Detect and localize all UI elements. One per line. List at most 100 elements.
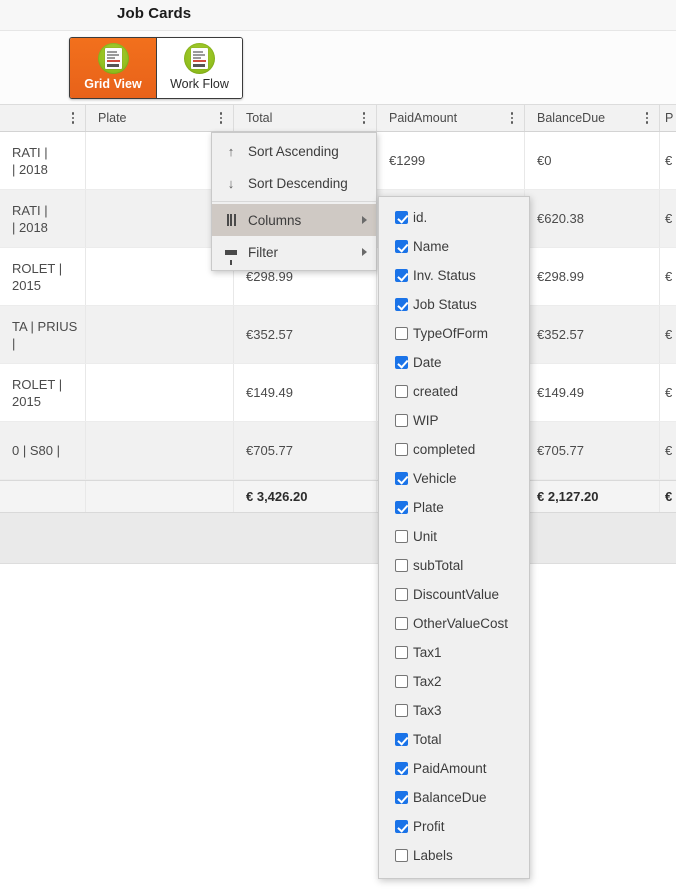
checkbox-unchecked-icon[interactable] bbox=[395, 675, 408, 688]
column-toggle-created[interactable]: created bbox=[379, 377, 529, 406]
checkbox-unchecked-icon[interactable] bbox=[395, 704, 408, 717]
checkbox-checked-icon[interactable] bbox=[395, 269, 408, 282]
column-header-plate[interactable]: Plate bbox=[86, 105, 234, 131]
column-toggle-id[interactable]: id. bbox=[379, 203, 529, 232]
column-header-label: PaidAmount bbox=[389, 111, 457, 125]
cell-vehicle: TA | PRIUS | bbox=[0, 306, 86, 363]
column-toggle-paidamount[interactable]: PaidAmount bbox=[379, 754, 529, 783]
checkbox-unchecked-icon[interactable] bbox=[395, 385, 408, 398]
checkbox-checked-icon[interactable] bbox=[395, 356, 408, 369]
checkbox-unchecked-icon[interactable] bbox=[395, 559, 408, 572]
column-toggle-tax3[interactable]: Tax3 bbox=[379, 696, 529, 725]
column-menu-icon[interactable] bbox=[642, 111, 652, 125]
column-toggle-unit[interactable]: Unit bbox=[379, 522, 529, 551]
column-toggle-vehicle[interactable]: Vehicle bbox=[379, 464, 529, 493]
cell-balancedue: €149.49 bbox=[525, 364, 660, 421]
column-toggle-label: Plate bbox=[413, 500, 444, 515]
column-header-paidamount[interactable]: PaidAmount bbox=[377, 105, 525, 131]
checkbox-checked-icon[interactable] bbox=[395, 240, 408, 253]
column-toggle-job-status[interactable]: Job Status bbox=[379, 290, 529, 319]
checkbox-checked-icon[interactable] bbox=[395, 211, 408, 224]
job-cards-screen: Job Cards Grid ViewWork Flow PlateTotalP… bbox=[0, 0, 676, 893]
column-menu-icon[interactable] bbox=[359, 111, 369, 125]
checkbox-unchecked-icon[interactable] bbox=[395, 327, 408, 340]
cell-balancedue: €0 bbox=[525, 132, 660, 189]
column-toggle-typeofform[interactable]: TypeOfForm bbox=[379, 319, 529, 348]
column-toggle-name[interactable]: Name bbox=[379, 232, 529, 261]
cell-total: €352.57 bbox=[234, 306, 377, 363]
grid-totals-row: € 3,426.20€ 2,127.20€ bbox=[0, 480, 676, 513]
menu-divider bbox=[212, 201, 376, 202]
column-menu-icon[interactable] bbox=[216, 111, 226, 125]
grid-footer-bar[interactable] bbox=[0, 513, 676, 564]
total-cell-plate bbox=[86, 481, 234, 512]
column-toggle-label: WIP bbox=[413, 413, 439, 428]
column-toggle-tax1[interactable]: Tax1 bbox=[379, 638, 529, 667]
toolbar: Grid View Work Flow bbox=[0, 31, 676, 104]
cell-balancedue: €352.57 bbox=[525, 306, 660, 363]
view-button-label: Grid View bbox=[84, 77, 141, 91]
column-toggle-othervaluecost[interactable]: OtherValueCost bbox=[379, 609, 529, 638]
checkbox-checked-icon[interactable] bbox=[395, 472, 408, 485]
context-menu-item-label: Sort Descending bbox=[248, 176, 348, 191]
checkbox-unchecked-icon[interactable] bbox=[395, 849, 408, 862]
checkbox-unchecked-icon[interactable] bbox=[395, 443, 408, 456]
column-header-vehicle[interactable] bbox=[0, 105, 86, 131]
checkbox-unchecked-icon[interactable] bbox=[395, 617, 408, 630]
column-header-balancedue[interactable]: BalanceDue bbox=[525, 105, 660, 131]
column-toggle-wip[interactable]: WIP bbox=[379, 406, 529, 435]
column-toggle-tax2[interactable]: Tax2 bbox=[379, 667, 529, 696]
column-toggle-label: Name bbox=[413, 239, 449, 254]
column-toggle-label: id. bbox=[413, 210, 427, 225]
column-toggle-date[interactable]: Date bbox=[379, 348, 529, 377]
column-context-menu: ↑Sort Ascending↓Sort Descending Columns Fi… bbox=[211, 132, 377, 271]
column-toggle-total[interactable]: Total bbox=[379, 725, 529, 754]
view-button-work-flow[interactable]: Work Flow bbox=[156, 38, 242, 98]
column-toggle-plate[interactable]: Plate bbox=[379, 493, 529, 522]
table-row[interactable]: ROLET |2015€149.49€149.49€ bbox=[0, 364, 676, 422]
cell-profit: € bbox=[660, 190, 676, 247]
cell-vehicle: ROLET |2015 bbox=[0, 248, 86, 305]
total-cell-profit: € bbox=[660, 481, 676, 512]
column-header-label: P bbox=[665, 111, 673, 125]
table-row[interactable]: TA | PRIUS |€352.57€352.57€ bbox=[0, 306, 676, 364]
column-toggle-inv-status[interactable]: Inv. Status bbox=[379, 261, 529, 290]
column-toggle-labels[interactable]: Labels bbox=[379, 841, 529, 870]
table-row[interactable]: 0 | S80 |€705.77€705.77€ bbox=[0, 422, 676, 480]
context-menu-item-label: Columns bbox=[248, 213, 301, 228]
column-header-total[interactable]: Total bbox=[234, 105, 377, 131]
column-toggle-label: DiscountValue bbox=[413, 587, 499, 602]
checkbox-unchecked-icon[interactable] bbox=[395, 588, 408, 601]
column-toggle-discountvalue[interactable]: DiscountValue bbox=[379, 580, 529, 609]
context-menu-item-label: Sort Ascending bbox=[248, 144, 339, 159]
column-menu-icon[interactable] bbox=[507, 111, 517, 125]
column-toggle-completed[interactable]: completed bbox=[379, 435, 529, 464]
cell-plate bbox=[86, 364, 234, 421]
checkbox-unchecked-icon[interactable] bbox=[395, 414, 408, 427]
column-toggle-subtotal[interactable]: subTotal bbox=[379, 551, 529, 580]
checkbox-checked-icon[interactable] bbox=[395, 791, 408, 804]
filter-icon bbox=[220, 250, 242, 255]
column-header-profit[interactable]: P bbox=[660, 105, 676, 131]
cell-paidamount: €1299 bbox=[377, 132, 525, 189]
column-toggle-balancedue[interactable]: BalanceDue bbox=[379, 783, 529, 812]
column-menu-icon[interactable] bbox=[68, 111, 78, 125]
context-menu-item-columns[interactable]: Columns bbox=[212, 204, 376, 236]
checkbox-checked-icon[interactable] bbox=[395, 501, 408, 514]
total-cell-balancedue: € 2,127.20 bbox=[525, 481, 660, 512]
context-menu-item-sort-ascending[interactable]: ↑Sort Ascending bbox=[212, 135, 376, 167]
view-button-grid-view[interactable]: Grid View bbox=[70, 38, 156, 98]
checkbox-unchecked-icon[interactable] bbox=[395, 646, 408, 659]
checkbox-unchecked-icon[interactable] bbox=[395, 530, 408, 543]
context-menu-item-filter[interactable]: Filter bbox=[212, 236, 376, 268]
cell-profit: € bbox=[660, 364, 676, 421]
chevron-right-icon bbox=[362, 216, 367, 224]
checkbox-checked-icon[interactable] bbox=[395, 733, 408, 746]
column-toggle-profit[interactable]: Profit bbox=[379, 812, 529, 841]
view-button-label: Work Flow bbox=[170, 77, 229, 91]
checkbox-checked-icon[interactable] bbox=[395, 298, 408, 311]
context-menu-item-sort-descending[interactable]: ↓Sort Descending bbox=[212, 167, 376, 199]
cell-profit: € bbox=[660, 306, 676, 363]
checkbox-checked-icon[interactable] bbox=[395, 762, 408, 775]
checkbox-checked-icon[interactable] bbox=[395, 820, 408, 833]
